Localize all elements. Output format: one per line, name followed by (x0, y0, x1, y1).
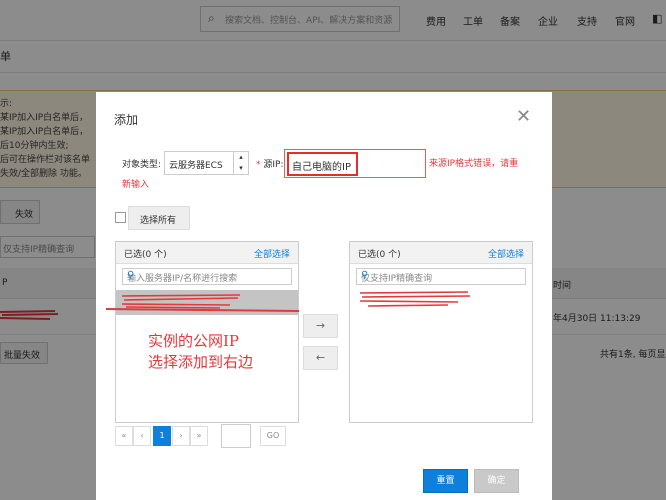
page-prev-button[interactable]: ‹ (133, 426, 151, 446)
select-all-checkbox[interactable] (115, 212, 126, 223)
selected-search-input[interactable]: 仅支持IP精确查询 ⚲ (356, 268, 526, 285)
source-ip-error-cont: 新输入 (122, 180, 150, 190)
source-ip-error: 来源IP格式错误，请重 (429, 159, 519, 169)
selected-count: 已选(0 个) (358, 250, 401, 260)
available-select-all-link[interactable]: 全部选择 (254, 247, 290, 260)
add-dialog: 添加 ✕ 对象类型: 云服务器ECS ▴ ▾ * 源IP: 自己电脑的IP 来源I… (96, 92, 552, 500)
search-icon: ⚲ (361, 270, 369, 281)
page-1-button[interactable]: 1 (153, 426, 171, 446)
source-ip-label: * 源IP: (256, 160, 284, 170)
selected-select-all-link[interactable]: 全部选择 (488, 247, 524, 260)
reset-button[interactable]: 重置 (423, 469, 468, 493)
confirm-button[interactable]: 确定 (474, 469, 519, 493)
annotation-line: 实例的公网IP (148, 332, 240, 350)
selected-list-header: 已选(0 个) 全部选择 (350, 242, 532, 264)
available-list-header: 已选(0 个) 全部选择 (116, 242, 298, 264)
move-left-button[interactable]: ← (303, 346, 338, 370)
redaction-scribble (359, 291, 471, 307)
object-type-select[interactable]: 云服务器ECS ▴ ▾ (164, 151, 249, 175)
page-last-button[interactable]: » (190, 426, 208, 446)
red-underline-mark (105, 308, 300, 312)
move-right-button[interactable]: → (303, 314, 338, 338)
object-type-label: 对象类型: (122, 160, 162, 170)
source-ip-value: 自己电脑的IP (292, 162, 351, 173)
page-first-button[interactable]: « (115, 426, 133, 446)
search-icon: ⚲ (127, 270, 135, 281)
close-icon[interactable]: ✕ (516, 106, 531, 127)
available-count: 已选(0 个) (124, 250, 167, 260)
page-number-input[interactable] (221, 424, 251, 448)
source-ip-input[interactable]: 自己电脑的IP (287, 152, 358, 176)
page-next-button[interactable]: › (172, 426, 190, 446)
annotation-line: 选择添加到右边 (148, 353, 254, 371)
select-all-label: 选择所有 (140, 216, 177, 226)
selected-list-panel: 已选(0 个) 全部选择 仅支持IP精确查询 ⚲ (349, 241, 533, 423)
select-all-button[interactable]: 选择所有 (128, 206, 190, 230)
page-go-button[interactable]: GO (260, 426, 286, 446)
available-search-input[interactable]: 输入服务器IP/名称进行搜索 ⚲ (122, 268, 292, 285)
annotation-text: 实例的公网IP 选择添加到右边 (148, 331, 253, 373)
arrow-left-icon: ← (315, 351, 326, 364)
select-arrows-icon: ▴ ▾ (233, 152, 248, 174)
object-type-value: 云服务器ECS (169, 161, 223, 171)
dialog-title: 添加 (114, 113, 139, 127)
arrow-right-icon: → (315, 319, 326, 332)
